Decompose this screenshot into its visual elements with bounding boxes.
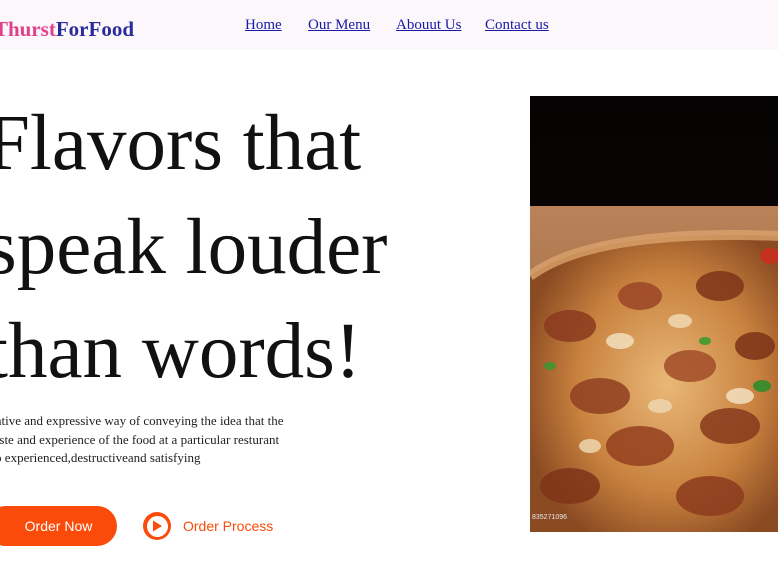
nav-link-our-menu[interactable]: Our Menu — [308, 17, 370, 34]
order-process-button[interactable]: Order Process — [143, 512, 273, 540]
pizza-illustration — [530, 96, 778, 532]
stock-photo-id: 835271096 — [532, 514, 568, 521]
nav-link-about-us[interactable]: Abouut Us — [396, 17, 461, 34]
brand-name-part2: ForFood — [55, 17, 135, 41]
nav-link-contact-us[interactable]: Contact us — [485, 17, 549, 34]
hero-description: eative and expressive way of conveying t… — [0, 412, 335, 468]
order-now-label: Order Now — [24, 518, 93, 534]
nav-link-home[interactable]: Home — [245, 17, 282, 34]
hero-title: Flavors that speak louder than words! — [0, 92, 506, 404]
hero-desc-line: taste and experience of the food at a pa… — [0, 431, 280, 447]
hero-title-line: Flavors that — [0, 100, 362, 187]
hero-title-line: than words! — [0, 308, 362, 395]
order-now-button[interactable]: Order Now — [0, 506, 117, 546]
play-icon — [143, 512, 171, 540]
play-icon-inner — [146, 515, 168, 537]
pizza-photo — [530, 96, 778, 532]
hero-title-line: speak louder — [0, 204, 388, 291]
hero-desc-line: so experienced,destructiveand satisfying — [0, 450, 201, 465]
hero-desc-line: eative and expressive way of conveying t… — [0, 413, 284, 428]
top-navbar: ThurstForFood Home Our Menu Abouut Us Co… — [0, 0, 778, 50]
order-process-label: Order Process — [183, 518, 274, 534]
brand-logo[interactable]: ThurstForFood — [0, 17, 134, 42]
brand-name-part1: Thurst — [0, 17, 56, 41]
play-triangle-icon — [153, 520, 162, 532]
